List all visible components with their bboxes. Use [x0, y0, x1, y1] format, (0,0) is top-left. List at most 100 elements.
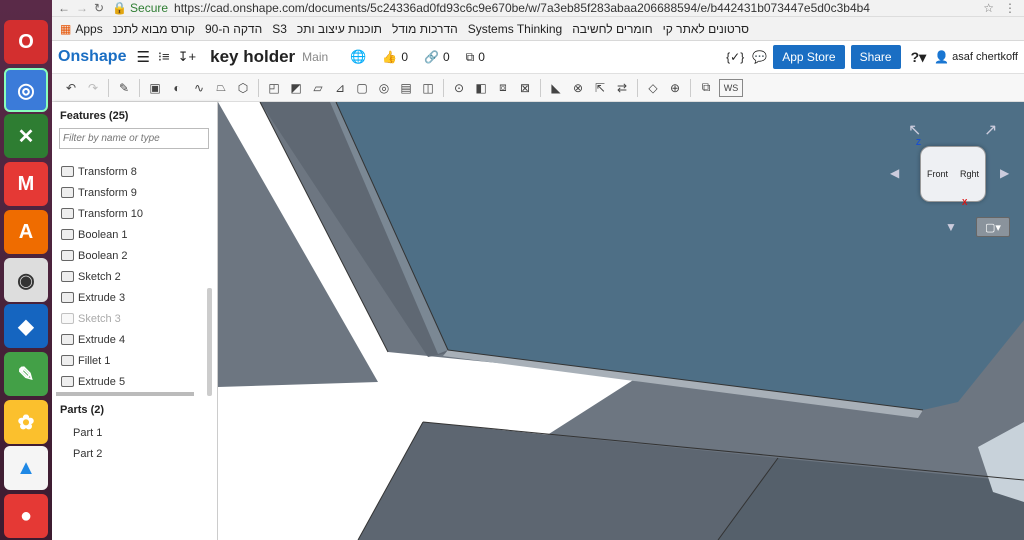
chamfer-icon[interactable]: ◩ [287, 79, 305, 97]
bookmark-item[interactable]: תוכנות עיצוב ותכ [297, 22, 382, 36]
view-mode-dropdown[interactable]: ▢▾ [976, 217, 1010, 237]
gmail-icon[interactable]: M [4, 162, 48, 206]
menu-icon[interactable]: ⋮ [1004, 1, 1016, 15]
feature-item[interactable]: Extrude 4 [52, 329, 217, 350]
bookmark-item[interactable]: סרטונים לאתר קי [663, 22, 749, 36]
view-cube-front[interactable]: Front [927, 169, 948, 179]
plane-icon[interactable]: ◇ [644, 79, 662, 97]
globe-icon[interactable]: 🌐 [350, 49, 366, 65]
bookmark-item[interactable]: הדרכות מודל [392, 22, 458, 36]
variables-icon[interactable]: {✓} [726, 50, 744, 64]
rotate-right-icon[interactable]: ▶ [1000, 166, 1009, 180]
share-button[interactable]: Share [850, 45, 901, 69]
hamburger-icon[interactable]: ☰ [136, 48, 149, 66]
sweep-icon[interactable]: ∿ [190, 79, 208, 97]
boolean-icon[interactable]: ⊙ [450, 79, 468, 97]
bookmark-item[interactable]: S3 [272, 22, 287, 36]
feature-item[interactable]: Extrude 3 [52, 287, 217, 308]
onshape-logo[interactable]: Onshape [58, 48, 126, 66]
loft-icon[interactable]: ⏢ [212, 79, 230, 97]
bookmark-star-icon[interactable]: ☆ [983, 1, 994, 15]
forward-arrow-icon[interactable]: → [76, 1, 88, 15]
view-cube[interactable]: Front Rght [920, 146, 986, 202]
xmind-icon[interactable]: ✕ [4, 114, 48, 158]
user-name[interactable]: asaf chertkoff [952, 51, 1018, 63]
opera-icon[interactable]: O [4, 20, 48, 64]
like-icon[interactable]: 👍 [382, 50, 397, 64]
hole-icon[interactable]: ◎ [375, 79, 393, 97]
feature-item[interactable]: Sketch 2 [52, 266, 217, 287]
horizontal-scrollbar[interactable] [56, 392, 194, 396]
url-text[interactable]: https://cad.onshape.com/documents/5c2433… [174, 1, 973, 15]
linear-pattern-icon[interactable]: ▤ [397, 79, 415, 97]
bookmark-item[interactable]: קורס מבוא לתכנ [113, 22, 195, 36]
app-store-button[interactable]: App Store [773, 45, 845, 69]
bookmark-apps[interactable]: Apps [75, 22, 102, 36]
copy-icon[interactable]: ⧉ [466, 50, 475, 65]
insert-icon[interactable]: ↧+ [178, 49, 196, 65]
filter-input[interactable] [59, 128, 209, 149]
feature-list-scrollbar[interactable] [207, 288, 212, 396]
software-center-icon[interactable]: A [4, 210, 48, 254]
link-icon[interactable]: 🔗 [424, 50, 439, 64]
thicken-icon[interactable]: ⬡ [234, 79, 252, 97]
delete-face-icon[interactable]: ⊗ [569, 79, 587, 97]
feature-item[interactable]: Sketch 3 [52, 308, 217, 329]
bookmark-item[interactable]: חומרים לחשיבה [572, 22, 652, 36]
delete-part-icon[interactable]: ⊠ [516, 79, 534, 97]
part-item[interactable]: Part 1 [52, 422, 202, 443]
fillet-icon[interactable]: ◰ [265, 79, 283, 97]
redo-icon[interactable]: ↷ [84, 79, 102, 97]
mirror-icon[interactable]: ◫ [419, 79, 437, 97]
extrude-icon[interactable]: ▣ [146, 79, 164, 97]
3d-viewport[interactable]: Front Rght Z X ↖ ↗ ◀ ▶ ▼ ▢▾ [218, 102, 1024, 540]
move-face-icon[interactable]: ⇱ [591, 79, 609, 97]
feature-item[interactable]: Transform 10 [52, 203, 217, 224]
workspace-tools-icon[interactable]: WS [719, 78, 743, 97]
feature-item[interactable]: Transform 8 [52, 161, 217, 182]
chromium-icon[interactable]: ◎ [4, 68, 48, 112]
draft-icon[interactable]: ⏥ [309, 79, 327, 97]
mate-connector-icon[interactable]: ⊕ [666, 79, 684, 97]
sketch-icon[interactable]: ✎ [115, 79, 133, 97]
replace-face-icon[interactable]: ⇄ [613, 79, 631, 97]
bookmark-item[interactable]: הדקה ה-90 [205, 22, 262, 36]
google-drive-icon[interactable]: ▲ [4, 446, 48, 490]
apps-grid-icon[interactable]: ▦ [60, 22, 71, 36]
bookmark-item[interactable]: Systems Thinking [468, 22, 562, 36]
secure-label: Secure [130, 1, 169, 15]
comments-icon[interactable]: 💬 [752, 50, 767, 64]
feature-item[interactable]: Extrude 5 [52, 371, 217, 392]
feature-item[interactable]: Boolean 1 [52, 224, 217, 245]
split-icon[interactable]: ◧ [472, 79, 490, 97]
workspace-label[interactable]: Main [302, 50, 328, 64]
user-avatar-icon[interactable]: 👤 [934, 50, 949, 64]
kodi-icon[interactable]: ◆ [4, 304, 48, 348]
feature-list-icon[interactable]: ⁝≡ [158, 49, 170, 65]
sheet-metal-icon[interactable]: ⧉ [697, 79, 715, 97]
part-item[interactable]: Part 2 [52, 443, 202, 464]
paint-icon[interactable]: ✎ [4, 352, 48, 396]
rotate-up-right-icon[interactable]: ↗ [984, 120, 997, 140]
feature-item[interactable]: Fillet 1 [52, 350, 217, 371]
document-title[interactable]: key holder [210, 47, 295, 67]
camera-icon[interactable]: ◉ [4, 258, 48, 302]
feature-item[interactable]: Transform 9 [52, 182, 217, 203]
photos-icon[interactable]: ✿ [4, 400, 48, 444]
help-icon[interactable]: ?▾ [911, 49, 927, 66]
transform-icon[interactable]: ⧈ [494, 79, 512, 97]
modify-fillet-icon[interactable]: ◣ [547, 79, 565, 97]
rotate-down-icon[interactable]: ▼ [945, 220, 957, 234]
revolve-icon[interactable]: ◐ [168, 79, 186, 97]
undo-icon[interactable]: ↶ [62, 79, 80, 97]
copy-count: 0 [478, 50, 485, 64]
rotate-up-left-icon[interactable]: ↖ [908, 120, 921, 140]
reload-icon[interactable]: ↻ [94, 1, 104, 15]
rib-icon[interactable]: ⊿ [331, 79, 349, 97]
view-cube-right[interactable]: Rght [960, 169, 979, 179]
back-arrow-icon[interactable]: ← [58, 1, 70, 15]
feature-item[interactable]: Boolean 2 [52, 245, 217, 266]
rotate-left-icon[interactable]: ◀ [890, 166, 899, 180]
asana-icon[interactable]: ● [4, 494, 48, 538]
shell-icon[interactable]: ▢ [353, 79, 371, 97]
